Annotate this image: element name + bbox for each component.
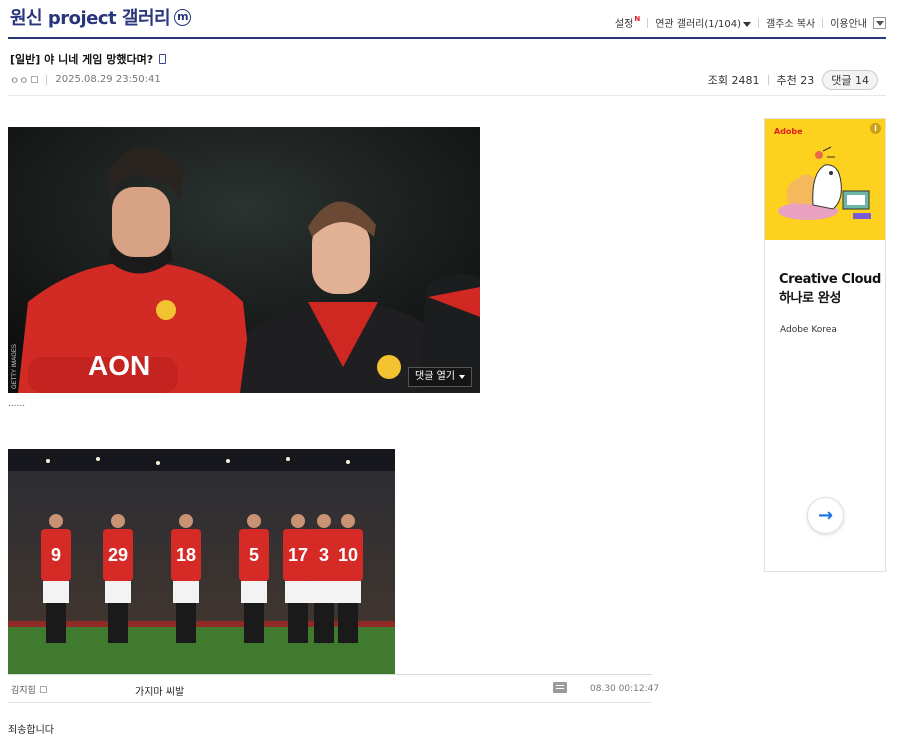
minor-gallery-badge: m bbox=[174, 8, 192, 26]
recommend-count: 추천 23 bbox=[776, 74, 815, 87]
comment-author[interactable]: 김지힘 bbox=[11, 683, 47, 696]
top-menu: 설정N 연관 갤러리(1/104) 갤주소 복사 이용안내 bbox=[615, 15, 886, 30]
jersey-number: 17 bbox=[288, 545, 308, 565]
jersey-number: 29 bbox=[108, 545, 128, 565]
post-body-text: ...... bbox=[8, 399, 26, 409]
copy-address-link[interactable]: 갤주소 복사 bbox=[766, 15, 815, 30]
settings-link[interactable]: 설정N bbox=[615, 15, 640, 30]
team-photo: 9 29 18 5 17 3 10 bbox=[8, 449, 395, 674]
comment-author-name[interactable]: 김지힘 bbox=[11, 683, 36, 696]
menu-toggle-icon[interactable] bbox=[873, 16, 886, 29]
title-divider bbox=[8, 37, 886, 39]
ad-image[interactable]: Adobe i bbox=[765, 119, 885, 240]
illustration-icon bbox=[778, 146, 871, 220]
jersey-number: 3 bbox=[319, 545, 329, 565]
adobe-logo: Adobe bbox=[774, 127, 803, 136]
comment-text: 죄송합니다 bbox=[8, 725, 54, 736]
post-image-2[interactable]: 9 29 18 5 17 3 10 bbox=[8, 449, 395, 674]
post-datetime: 2025.08.29 23:50:41 bbox=[55, 74, 161, 85]
post-author[interactable]: ㅇㅇ bbox=[10, 72, 28, 87]
post-title-text: [일반] 야 니네 게임 망했다며? bbox=[10, 53, 154, 66]
menu-divider bbox=[822, 17, 824, 28]
comment-count-button[interactable]: 댓글 14 bbox=[822, 70, 878, 90]
menu-divider bbox=[758, 17, 759, 28]
jersey-number: 10 bbox=[338, 545, 358, 565]
jersey-number: 18 bbox=[176, 545, 196, 565]
user-icon bbox=[31, 76, 39, 83]
dropdown-arrow-icon bbox=[743, 21, 751, 27]
jersey-number: 5 bbox=[249, 545, 259, 565]
open-comments-button[interactable]: 댓글 열기 bbox=[408, 367, 472, 387]
post-image-1[interactable]: AON GETTY IMAGES bbox=[8, 127, 480, 393]
ad-headline-line1: Creative Cloud bbox=[779, 272, 881, 287]
post-meta: ㅇㅇ 2025.08.29 23:50:41 bbox=[10, 72, 161, 87]
usage-guide-link[interactable]: 이용안내 bbox=[830, 15, 867, 30]
photo-watermark: GETTY IMAGES bbox=[12, 344, 18, 389]
ad-headline[interactable]: Creative Cloud 하나로 완성 bbox=[779, 270, 883, 308]
meta-divider-line bbox=[8, 95, 886, 96]
ad-headline-line2: 하나로 완성 bbox=[779, 291, 841, 306]
comment-divider bbox=[8, 674, 652, 675]
ad-sponsor: Adobe Korea bbox=[780, 325, 837, 335]
mobile-post-icon bbox=[159, 54, 167, 64]
comment-date: 08.30 00:12:47 bbox=[590, 684, 660, 694]
comment-divider bbox=[8, 702, 652, 703]
related-gallery-dropdown[interactable]: 연관 갤러리(1/104) bbox=[655, 15, 751, 30]
jersey-sponsor: AON bbox=[88, 350, 150, 381]
post-title: [일반] 야 니네 게임 망했다며? bbox=[10, 51, 167, 67]
open-comments-label: 댓글 열기 bbox=[415, 371, 455, 382]
chevron-down-icon bbox=[458, 375, 465, 379]
view-count: 조회 2481 bbox=[707, 74, 760, 87]
jersey-number: 9 bbox=[51, 545, 61, 565]
new-badge: N bbox=[634, 15, 641, 23]
ad-banner[interactable]: Adobe i Creative Cloud 하나로 완성 Adobe Kore… bbox=[764, 118, 886, 572]
players-photo: AON GETTY IMAGES bbox=[8, 127, 480, 393]
reply-icon[interactable] bbox=[553, 682, 567, 693]
menu-divider bbox=[647, 17, 649, 28]
post-stats: 조회 2481 추천 23 댓글 14 bbox=[708, 70, 878, 90]
user-icon bbox=[39, 686, 47, 693]
gallery-title-text[interactable]: 원신 project 갤러리 bbox=[10, 4, 171, 30]
stats-divider bbox=[767, 75, 769, 85]
meta-divider bbox=[46, 74, 48, 85]
arrow-right-icon[interactable]: → bbox=[807, 497, 844, 534]
gallery-title[interactable]: 원신 project 갤러리 m bbox=[10, 4, 192, 30]
info-icon[interactable]: i bbox=[870, 123, 881, 134]
comment-text: 가지마 씨발 bbox=[135, 687, 185, 698]
